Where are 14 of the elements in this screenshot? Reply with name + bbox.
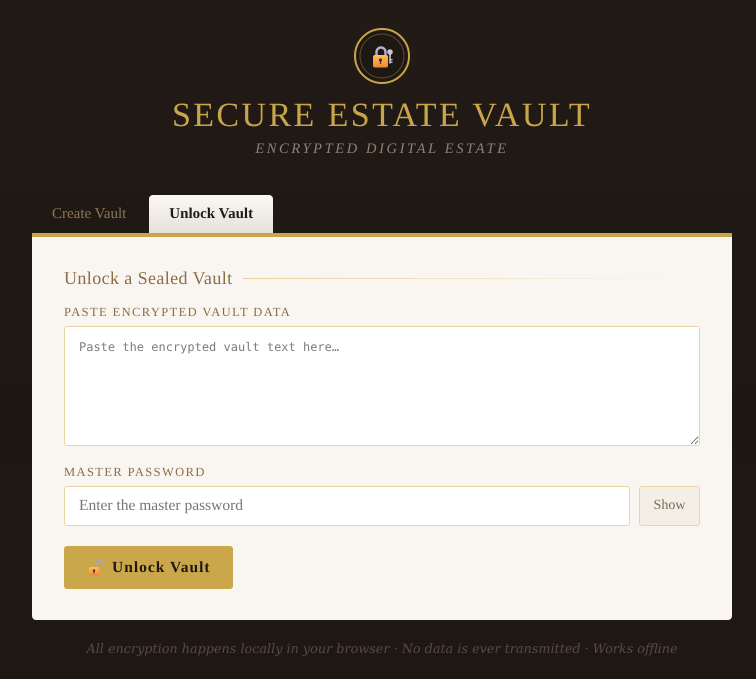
tab[interactable]: Create Vault — [32, 195, 146, 233]
footer-note: All encryption happens locally in your browser · No data is ever transmitted · Works offline — [86, 642, 678, 658]
field-label: PASTE ENCRYPTED VAULT DATA — [64, 305, 292, 319]
open-padlock-icon — [88, 558, 104, 576]
show-password-button[interactable]: Show — [639, 486, 700, 526]
field-label: MASTER PASSWORD — [64, 465, 206, 479]
vault-data-field[interactable]: Paste the encrypted vault text here… — [64, 326, 700, 446]
tab[interactable]: Unlock Vault — [149, 195, 274, 233]
password-field[interactable]: Enter the master password — [64, 486, 630, 526]
padlock-key-emblem-icon — [354, 28, 410, 84]
unlock-vault-button[interactable]: Unlock Vault — [64, 546, 233, 589]
section-heading: Unlock a Sealed Vault — [64, 267, 233, 289]
app-subtitle: ENCRYPTED DIGITAL ESTATE — [255, 140, 509, 158]
app-title: SECURE ESTATE VAULT — [172, 96, 592, 136]
